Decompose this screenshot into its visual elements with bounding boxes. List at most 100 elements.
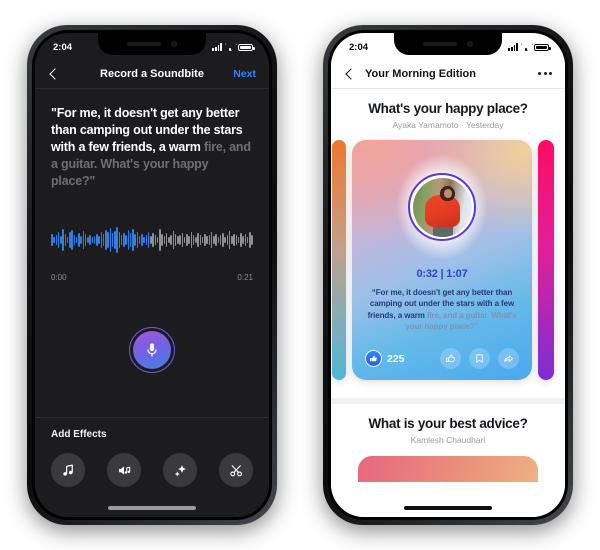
- carousel-card-previous[interactable]: [332, 140, 346, 380]
- waveform-bar: [55, 235, 58, 245]
- avatar-halo: [396, 154, 488, 260]
- waveform-bar: [116, 227, 118, 253]
- waveform-bar: [197, 233, 199, 247]
- phone-screen-dark: 2:04 Record a Soundbite Next "For me, it…: [35, 33, 269, 517]
- record-button[interactable]: [133, 330, 171, 369]
- waveform-bar: [181, 233, 184, 247]
- section-question: What's your happy place?: [368, 101, 528, 116]
- waveform-bar: [172, 231, 175, 249]
- avatar-ring: [408, 173, 476, 241]
- battery-icon: [238, 43, 255, 51]
- earpiece-speaker-icon: [423, 42, 457, 46]
- card-caption: “For me, it doesn't get any better than …: [352, 287, 532, 332]
- share-icon[interactable]: [498, 348, 519, 369]
- sparkles-icon[interactable]: [163, 453, 197, 487]
- waveform-bar: [190, 232, 193, 248]
- sound-effect-icon[interactable]: [107, 453, 141, 487]
- nav-bar: Your Morning Edition: [331, 59, 565, 89]
- notch: [98, 33, 206, 55]
- home-indicator[interactable]: [404, 506, 492, 510]
- status-time: 2:04: [53, 41, 73, 53]
- record-body: "For me, it doesn't get any better than …: [35, 89, 269, 517]
- waveform-bar: [170, 234, 172, 246]
- front-camera-icon: [171, 41, 177, 47]
- thumbs-up-filled-icon: [365, 350, 382, 367]
- phone-record-screen: 2:04 Record a Soundbite Next "For me, it…: [27, 25, 277, 525]
- waveform-bar: [91, 237, 94, 243]
- avatar: [412, 177, 472, 237]
- bookmark-icon[interactable]: [469, 348, 490, 369]
- nav-bar: Record a Soundbite Next: [35, 59, 269, 89]
- audio-waveform[interactable]: [51, 214, 253, 266]
- like-summary[interactable]: 225: [365, 350, 405, 367]
- waveform-bar: [163, 235, 166, 245]
- waveform-bar: [64, 233, 67, 247]
- waveform-bar: [199, 235, 202, 245]
- waveform-end-time: 0:21: [237, 273, 253, 282]
- waveform-bar: [53, 237, 55, 243]
- like-count: 225: [387, 352, 405, 365]
- back-chevron-icon[interactable]: [345, 67, 357, 80]
- card-action-bar: 225: [352, 348, 532, 369]
- microphone-icon: [147, 343, 157, 357]
- status-icons: [508, 43, 551, 51]
- waveform-bar: [98, 235, 100, 245]
- avatar-legs: [432, 227, 453, 237]
- notch: [394, 33, 502, 55]
- waveform-bar: [109, 228, 112, 252]
- wifi-icon: [225, 43, 235, 51]
- section-question: What is your best advice?: [368, 416, 528, 431]
- status-icons: [212, 43, 255, 51]
- feed[interactable]: What's your happy place? Ayaka Yamamoto …: [331, 89, 565, 517]
- waveform-bar: [251, 235, 253, 245]
- music-note-icon[interactable]: [51, 453, 85, 487]
- waveform-bar: [235, 235, 238, 245]
- waveform-bar: [217, 236, 220, 244]
- effects-panel: Add Effects: [35, 417, 269, 517]
- waveform-bar: [208, 234, 211, 246]
- waveform-bar: [107, 232, 109, 248]
- soundbite-card[interactable]: 0:32 | 1:07 “For me, it doesn't get any …: [352, 140, 532, 380]
- waveform-bar: [179, 235, 181, 245]
- phone-bezel: 2:04 Record a Soundbite Next "For me, it…: [32, 30, 272, 520]
- waveform-bar: [188, 235, 190, 245]
- status-time: 2:04: [349, 41, 369, 53]
- page-title: Your Morning Edition: [365, 67, 476, 80]
- waveform-bar: [152, 233, 154, 247]
- effects-row: [51, 453, 253, 487]
- front-camera-icon: [467, 41, 473, 47]
- waveform-bar: [244, 234, 247, 246]
- next-button[interactable]: Next: [233, 68, 256, 80]
- cellular-signal-icon: [508, 43, 518, 51]
- screenshot-stage: 2:04 Record a Soundbite Next "For me, it…: [0, 0, 600, 550]
- waveform-bar: [226, 234, 229, 246]
- waveform-bar: [224, 237, 226, 243]
- transcript: "For me, it doesn't get any better than …: [35, 89, 269, 190]
- playback-time: 0:32 | 1:07: [416, 268, 468, 280]
- thumbs-up-icon[interactable]: [440, 348, 461, 369]
- carousel-card-next[interactable]: [538, 140, 554, 380]
- waveform-bar: [62, 228, 64, 252]
- waveform-bar: [154, 235, 157, 245]
- record-button-area: [35, 282, 269, 417]
- waveform-bar: [71, 230, 73, 250]
- phone-feed-screen: 2:04 Your Morning Edition What's your ha…: [323, 25, 573, 525]
- home-indicator[interactable]: [108, 506, 196, 510]
- waveform-bar: [80, 235, 82, 245]
- waveform-bar: [134, 234, 136, 246]
- waveform-bar: [100, 232, 103, 248]
- back-chevron-icon[interactable]: [49, 67, 61, 80]
- waveform-bar: [118, 232, 121, 248]
- scissors-icon[interactable]: [219, 453, 253, 487]
- soundbite-carousel[interactable]: 0:32 | 1:07 “For me, it doesn't get any …: [331, 140, 565, 386]
- waveform-bar: [82, 231, 85, 249]
- card-actions: [440, 348, 519, 369]
- battery-icon: [534, 43, 551, 51]
- cellular-signal-icon: [212, 43, 222, 51]
- soundbite-card-preview[interactable]: [358, 456, 538, 482]
- phone-screen-light: 2:04 Your Morning Edition What's your ha…: [331, 33, 565, 517]
- more-options-icon[interactable]: [538, 72, 552, 75]
- waveform-bar: [136, 231, 139, 249]
- waveform-bar: [206, 236, 208, 244]
- waveform-times: 0:00 0:21: [51, 273, 253, 282]
